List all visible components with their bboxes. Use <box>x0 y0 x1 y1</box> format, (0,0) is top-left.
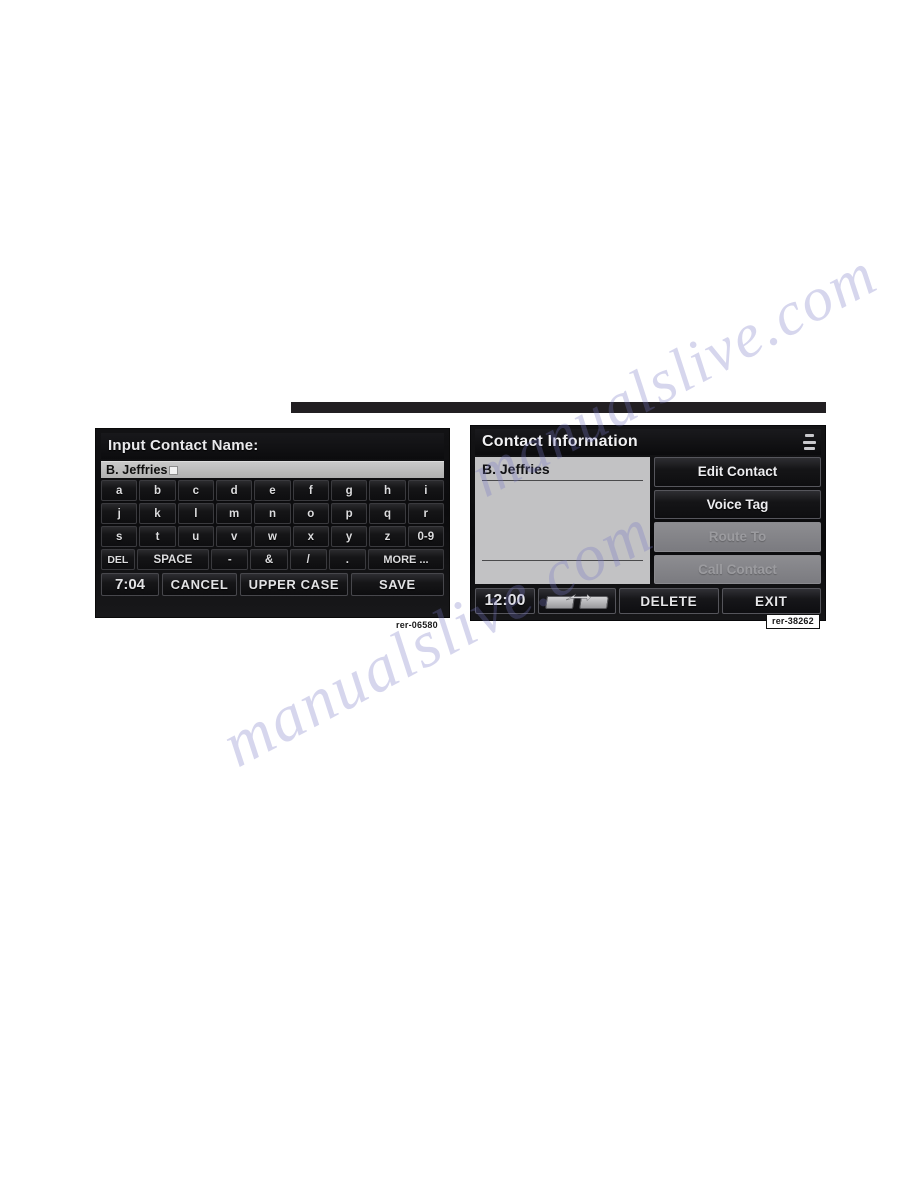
key-y[interactable]: y <box>330 526 368 547</box>
keyboard-function-row: DEL SPACE - & / . MORE ... <box>101 549 444 570</box>
route-to-button: Route To <box>654 522 821 552</box>
key-t[interactable]: t <box>139 526 176 547</box>
key-q[interactable]: q <box>369 503 406 524</box>
list-bottom-divider <box>482 560 643 561</box>
contact-name-input-value: B. Jeffries <box>106 462 168 477</box>
key-slash[interactable]: / <box>289 549 327 570</box>
contact-information-screen: Contact Information B. Jeffries Edit Con… <box>470 425 826 621</box>
keyboard-row-2: j k l m n o p q r <box>101 503 444 524</box>
stacked-bars-icon[interactable] <box>803 434 816 450</box>
key-c[interactable]: c <box>177 480 214 501</box>
key-numbers[interactable]: 0-9 <box>407 526 444 547</box>
key-n[interactable]: n <box>254 503 291 524</box>
key-f[interactable]: f <box>292 480 329 501</box>
key-k[interactable]: k <box>139 503 176 524</box>
contact-name-input[interactable]: B. Jeffries <box>101 461 444 478</box>
key-x[interactable]: x <box>292 526 329 547</box>
contact-action-buttons: Edit Contact Voice Tag Route To Call Con… <box>654 457 821 584</box>
contact-info-body: B. Jeffries Edit Contact Voice Tag Route… <box>475 457 821 584</box>
key-period[interactable]: . <box>328 549 367 570</box>
exit-button[interactable]: EXIT <box>721 588 821 614</box>
keyboard-row-3: s t u v w x y z 0-9 <box>101 526 444 547</box>
input-contact-name-screen: Input Contact Name: B. Jeffries a b c d … <box>95 428 450 618</box>
key-i[interactable]: i <box>407 480 444 501</box>
list-item[interactable]: B. Jeffries <box>482 461 643 481</box>
key-u[interactable]: u <box>177 526 214 547</box>
upper-case-button[interactable]: UPPER CASE <box>239 573 348 596</box>
folder-transfer-icon <box>545 593 609 610</box>
key-delete[interactable]: DEL <box>101 549 135 570</box>
key-j[interactable]: j <box>101 503 138 524</box>
save-button[interactable]: SAVE <box>350 573 444 596</box>
key-d[interactable]: d <box>215 480 253 501</box>
section-rule-bar <box>291 402 826 413</box>
figure-code-right: rer-38262 <box>766 614 820 629</box>
key-a[interactable]: a <box>101 480 138 501</box>
key-b[interactable]: b <box>139 480 176 501</box>
key-o[interactable]: o <box>292 503 329 524</box>
figure-code-left: rer-06580 <box>396 620 438 630</box>
key-ampersand[interactable]: & <box>250 549 288 570</box>
delete-button[interactable]: DELETE <box>619 588 719 614</box>
call-contact-button: Call Contact <box>654 554 821 584</box>
edit-contact-button[interactable]: Edit Contact <box>654 457 821 487</box>
key-s[interactable]: s <box>101 526 138 547</box>
key-more[interactable]: MORE ... <box>368 549 444 570</box>
clock-display: 7:04 <box>101 573 159 596</box>
contact-list-panel[interactable]: B. Jeffries <box>475 457 650 584</box>
key-h[interactable]: h <box>369 480 406 501</box>
key-w[interactable]: w <box>254 526 291 547</box>
key-r[interactable]: r <box>407 503 444 524</box>
key-z[interactable]: z <box>369 526 406 547</box>
voice-tag-button[interactable]: Voice Tag <box>654 489 821 519</box>
key-p[interactable]: p <box>330 503 368 524</box>
key-m[interactable]: m <box>215 503 253 524</box>
clock-display: 12:00 <box>475 588 535 614</box>
page-title: Contact Information <box>482 433 638 450</box>
key-e[interactable]: e <box>254 480 291 501</box>
keyboard-row-1: a b c d e f g h i <box>101 480 444 501</box>
key-hyphen[interactable]: - <box>211 549 249 570</box>
folder-transfer-button[interactable] <box>538 588 616 614</box>
contact-info-bottom-bar: 12:00 DELETE EXIT <box>475 588 821 614</box>
arrow-icon <box>565 593 591 601</box>
text-caret-icon <box>168 465 178 475</box>
page-title: Input Contact Name: <box>101 433 444 459</box>
keypad-bottom-bar: 7:04 CANCEL UPPER CASE SAVE <box>101 573 444 596</box>
contact-info-titlebar: Contact Information <box>475 429 821 455</box>
key-g[interactable]: g <box>330 480 368 501</box>
key-space[interactable]: SPACE <box>136 549 210 570</box>
cancel-button[interactable]: CANCEL <box>162 573 237 596</box>
key-v[interactable]: v <box>215 526 253 547</box>
key-l[interactable]: l <box>177 503 214 524</box>
